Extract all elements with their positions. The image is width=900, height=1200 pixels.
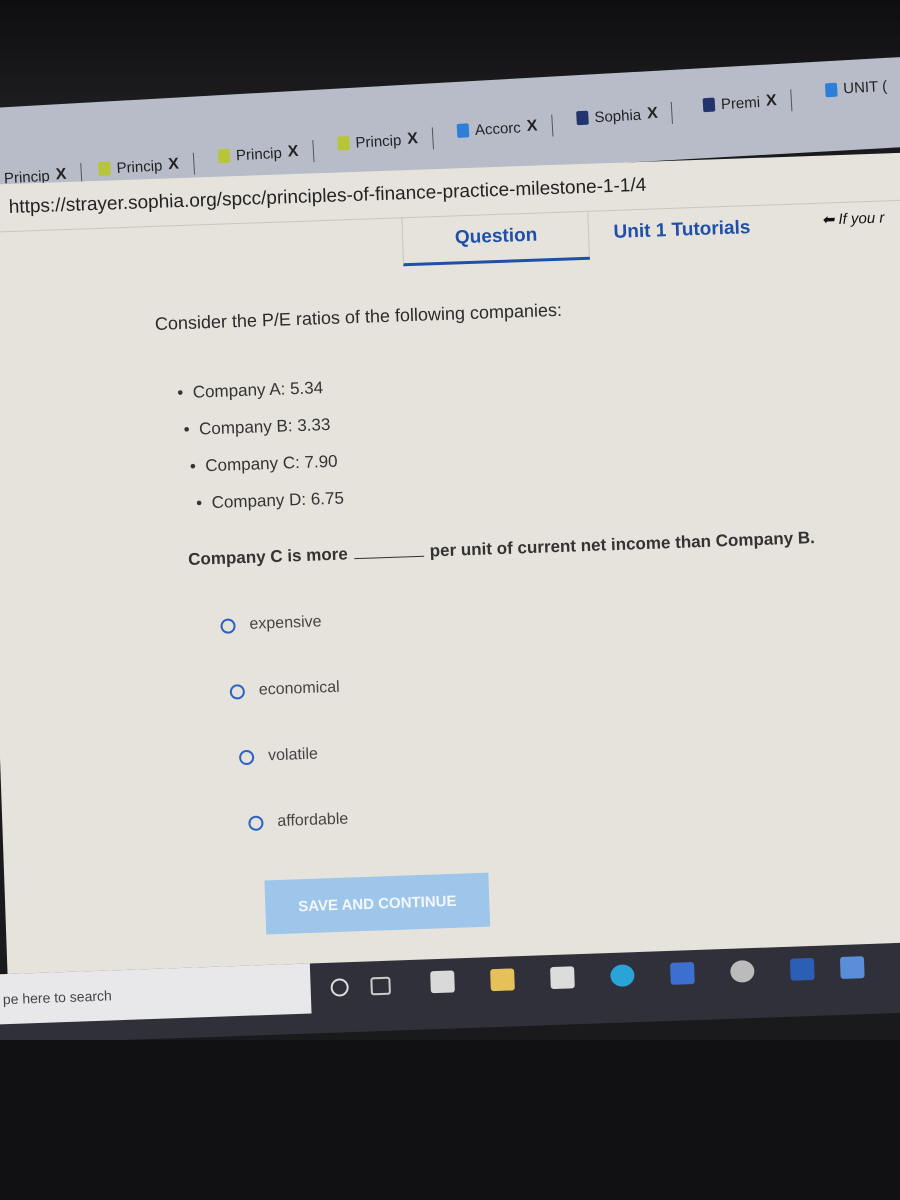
list-item: • Company A: 5.34 — [177, 378, 324, 403]
option-affordable[interactable]: affordable — [248, 810, 349, 832]
close-icon[interactable]: X — [766, 92, 778, 111]
divider — [192, 152, 195, 175]
option-label: expensive — [249, 613, 322, 633]
radio-button[interactable] — [220, 617, 236, 634]
divider — [550, 114, 553, 137]
dropbox-icon[interactable] — [669, 962, 695, 985]
list-item: • Company B: 3.33 — [183, 414, 331, 440]
save-and-continue-button[interactable]: SAVE AND CONTINUE — [264, 872, 491, 935]
cortana-icon[interactable] — [330, 978, 349, 997]
stem-before: Company C is more — [187, 544, 349, 569]
stem-after: per unit of current net income than Comp… — [429, 528, 816, 561]
sophia-icon — [98, 161, 111, 177]
browser-tab[interactable]: Princip X — [98, 152, 195, 180]
list-item: • Company C: 7.90 — [189, 451, 338, 476]
store-icon[interactable] — [430, 970, 455, 994]
answer-blank — [353, 555, 424, 560]
divider — [431, 127, 434, 150]
list-item: • Company D: 6.75 — [195, 488, 345, 513]
tab-label: Princip — [235, 144, 283, 164]
shield-icon — [576, 110, 589, 126]
hint-label: If you r — [838, 209, 885, 229]
option-economical[interactable]: economical — [229, 678, 340, 701]
tab-unit-1-tutorials[interactable]: Unit 1 Tutorials — [587, 204, 776, 257]
sophia-icon — [337, 135, 350, 151]
close-icon[interactable]: X — [168, 156, 180, 175]
mail-icon[interactable] — [550, 966, 575, 990]
radio-button[interactable] — [229, 683, 246, 700]
browser-tab[interactable]: Princip X — [337, 127, 434, 154]
word-icon[interactable] — [789, 957, 815, 981]
browser-tab[interactable]: Princip X — [217, 140, 315, 167]
close-icon[interactable]: X — [287, 143, 299, 162]
tab-label: Princip — [355, 131, 402, 152]
browser-tab[interactable]: UNIT ( — [824, 77, 888, 98]
tab-question[interactable]: Question — [401, 210, 590, 267]
taskbar-search-input[interactable]: pe here to search — [0, 963, 312, 1025]
divider — [311, 140, 315, 163]
photo-of-screen: Princip X Princip X Princip X Princip X Acco… — [0, 0, 900, 1200]
divider — [790, 89, 793, 112]
option-label: economical — [258, 678, 340, 699]
shield-icon — [702, 97, 716, 113]
tab-label: Accorc — [474, 118, 522, 139]
bing-icon — [824, 82, 838, 97]
close-icon[interactable]: X — [526, 117, 538, 136]
option-volatile[interactable]: volatile — [238, 745, 319, 767]
company-value: Company A: 5.34 — [192, 378, 324, 402]
option-label: volatile — [267, 745, 319, 765]
tab-label: Princip — [116, 156, 163, 177]
tab-label: Premi — [720, 93, 761, 113]
close-icon[interactable]: X — [407, 130, 419, 149]
hint-text: ⬅ If you r — [821, 209, 885, 229]
radio-button[interactable] — [238, 749, 255, 765]
divider — [671, 101, 674, 124]
tab-label: UNIT ( — [842, 77, 888, 98]
task-view-icon[interactable] — [370, 976, 391, 996]
question-prompt: Consider the P/E ratios of the following… — [154, 299, 563, 334]
browser-tab[interactable]: Premi X — [702, 89, 793, 116]
close-icon[interactable]: X — [647, 105, 659, 124]
company-value: Company B: 3.33 — [198, 414, 331, 439]
bing-icon — [456, 123, 470, 138]
sophia-icon — [217, 148, 231, 164]
option-expensive[interactable]: expensive — [220, 613, 322, 635]
option-label: affordable — [277, 810, 349, 831]
company-value: Company C: 7.90 — [205, 451, 338, 476]
tab-label: Sophia — [593, 106, 642, 126]
question-stem: Company C is more per unit of current net… — [188, 528, 815, 570]
file-explorer-icon[interactable] — [490, 968, 515, 992]
calculator-icon[interactable] — [839, 956, 865, 979]
browser-tab[interactable]: Accorc X — [456, 114, 553, 142]
page-content: https://strayer.sophia.org/spcc/principl… — [0, 151, 900, 1005]
company-value: Company D: 6.75 — [211, 488, 345, 513]
monitor-bezel-bottom — [0, 1040, 900, 1200]
browser-tab[interactable]: Sophia X — [576, 101, 674, 129]
edge-icon[interactable] — [610, 964, 635, 987]
camera-icon[interactable] — [729, 959, 755, 983]
radio-button[interactable] — [248, 815, 264, 831]
